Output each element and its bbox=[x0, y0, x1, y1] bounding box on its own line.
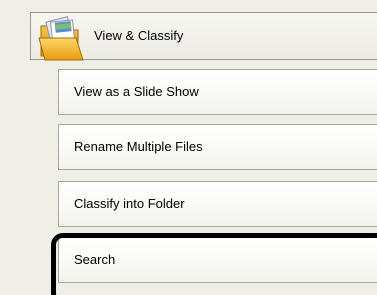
rename-multiple-files-item[interactable]: Rename Multiple Files bbox=[58, 124, 377, 170]
rename-multiple-files-label: Rename Multiple Files bbox=[74, 139, 203, 154]
folder-icon bbox=[38, 16, 84, 61]
view-slide-show-label: View as a Slide Show bbox=[74, 84, 199, 99]
view-classify-header-label: View & Classify bbox=[94, 28, 184, 43]
search-label: Search bbox=[74, 252, 116, 267]
view-slide-show-item[interactable]: View as a Slide Show bbox=[58, 69, 377, 115]
search-item[interactable]: Search bbox=[58, 237, 377, 283]
classify-into-folder-label: Classify into Folder bbox=[74, 196, 185, 211]
task-panel: View & Classify View as a Slide Show Ren… bbox=[0, 0, 377, 295]
classify-into-folder-item[interactable]: Classify into Folder bbox=[58, 181, 377, 227]
